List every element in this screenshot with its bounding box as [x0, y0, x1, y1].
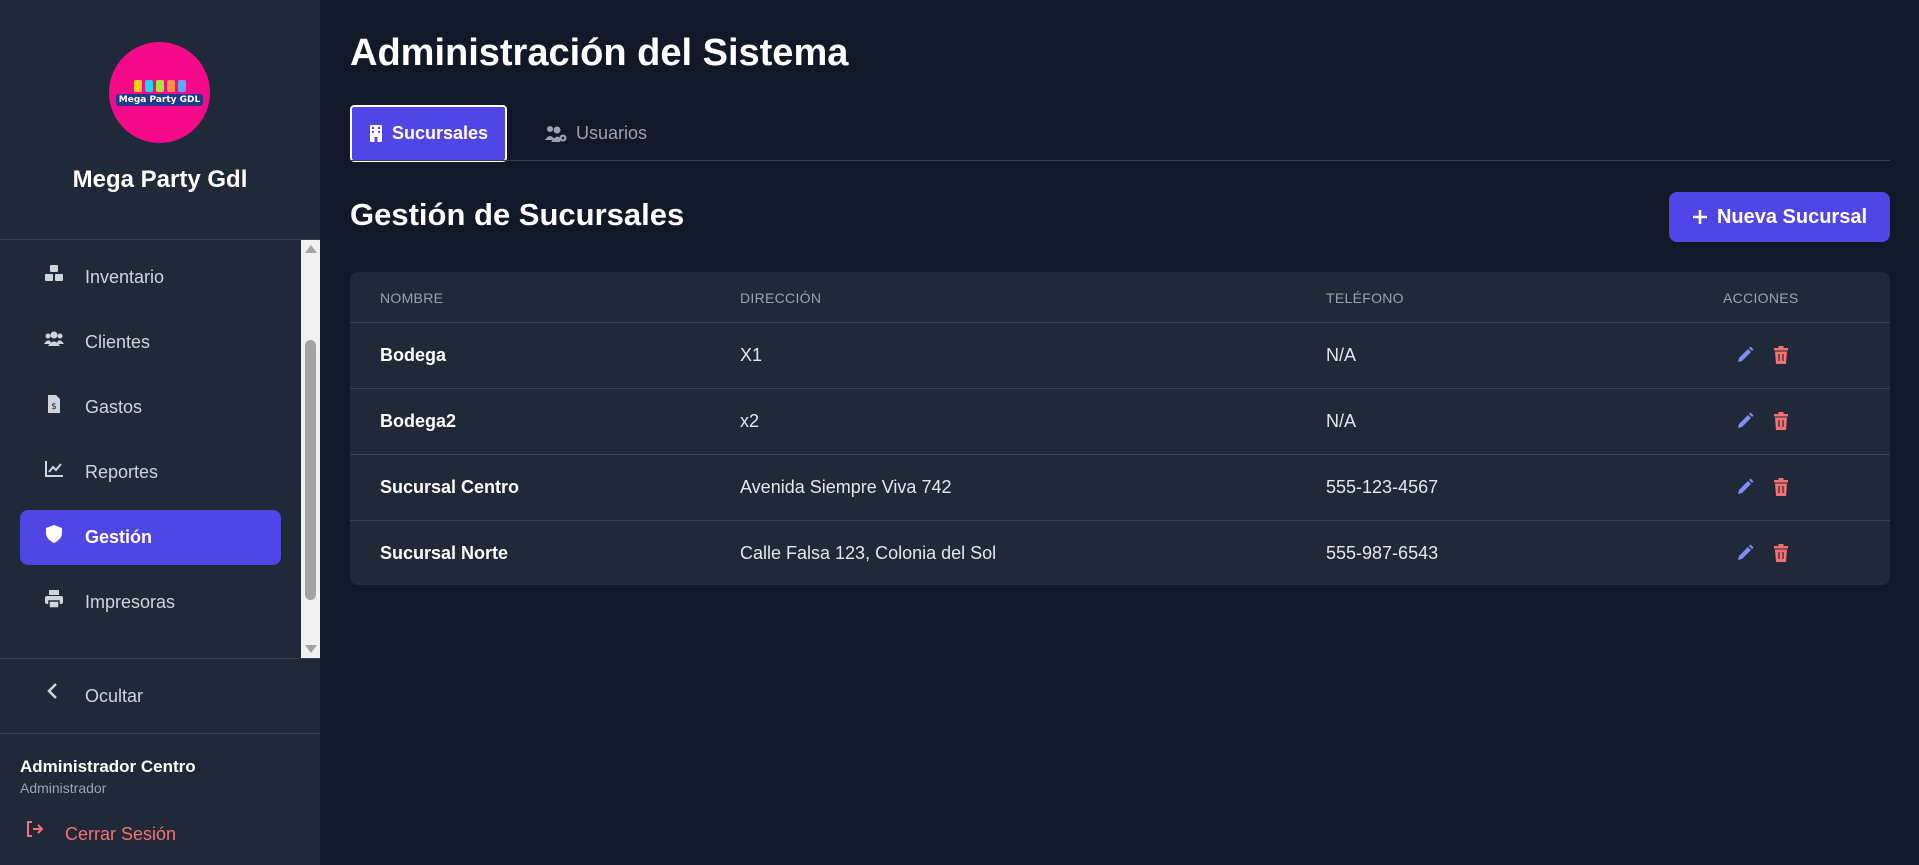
cell-nombre: Sucursal Centro	[380, 477, 520, 497]
column-header-telefono: TELÉFONO	[1326, 290, 1404, 306]
sidebar: Mega Party GDL Mega Party Gdl Inventario…	[0, 0, 320, 865]
sidebar-item-label: Clientes	[85, 332, 151, 352]
cell-direccion: x2	[740, 411, 760, 431]
cell-telefono: 555-123-4567	[1326, 477, 1439, 497]
logo-decoration	[133, 79, 186, 92]
sidebar-scrollbar[interactable]	[301, 240, 320, 658]
user-name: Administrador Centro	[20, 757, 196, 776]
sidebar-item-label: Reportes	[85, 462, 159, 482]
sidebar-item-label: Gestión	[85, 527, 153, 547]
logout-button[interactable]: Cerrar Sesión	[20, 820, 220, 850]
tab-label: Sucursales	[391, 123, 489, 143]
section-title: Gestión de Sucursales	[350, 197, 685, 232]
cell-telefono: N/A	[1326, 345, 1357, 365]
column-header-nombre: NOMBRE	[380, 290, 444, 306]
edit-pencil-icon[interactable]	[1734, 542, 1756, 564]
scroll-thumb[interactable]	[305, 340, 316, 600]
boxes-icon	[45, 265, 63, 281]
sidebar-divider	[0, 733, 320, 734]
svg-text:$: $	[51, 402, 57, 412]
users-cog-icon	[545, 125, 567, 142]
users-icon	[44, 331, 64, 346]
edit-pencil-icon[interactable]	[1734, 476, 1756, 498]
logout-label: Cerrar Sesión	[65, 824, 177, 844]
scroll-down-arrow-icon[interactable]	[305, 645, 317, 653]
tab-label: Usuarios	[576, 123, 648, 143]
chevron-left-icon	[47, 683, 57, 699]
delete-trash-icon[interactable]	[1770, 542, 1792, 564]
sidebar-item-label: Impresoras	[85, 592, 176, 612]
column-header-direccion: DIRECCIÓN	[740, 290, 822, 306]
table-row: Bodega X1 N/A	[350, 322, 1890, 388]
user-role: Administrador	[20, 780, 107, 796]
plus-icon	[1692, 210, 1707, 224]
new-branch-label: Nueva Sucursal	[1716, 205, 1868, 228]
hide-sidebar-button[interactable]: Ocultar	[20, 670, 281, 720]
branches-table: NOMBRE DIRECCIÓN TELÉFONO ACCIONES Bodeg…	[350, 272, 1890, 585]
tabs-divider	[350, 160, 1890, 161]
cell-direccion: Avenida Siempre Viva 742	[740, 477, 952, 497]
cell-nombre: Bodega	[380, 345, 447, 365]
sidebar-item-impresoras[interactable]: Impresoras	[20, 575, 281, 630]
tab-sucursales[interactable]: Sucursales	[349, 104, 508, 163]
sidebar-item-clientes[interactable]: Clientes	[20, 315, 281, 370]
sidebar-item-gestion[interactable]: Gestión	[20, 510, 281, 565]
sidebar-divider	[0, 658, 320, 659]
brand-logo: Mega Party GDL	[109, 42, 210, 143]
sidebar-item-gastos[interactable]: $ Gastos	[20, 380, 281, 435]
column-header-acciones: ACCIONES	[1723, 290, 1799, 306]
sign-out-icon	[27, 821, 44, 837]
chart-line-icon	[45, 461, 63, 477]
scroll-up-arrow-icon[interactable]	[305, 245, 317, 253]
sidebar-item-inventario[interactable]: Inventario	[20, 250, 281, 305]
edit-pencil-icon[interactable]	[1734, 344, 1756, 366]
delete-trash-icon[interactable]	[1770, 410, 1792, 432]
cell-telefono: 555-987-6543	[1326, 543, 1439, 563]
sidebar-item-reportes[interactable]: Reportes	[20, 445, 281, 500]
sidebar-item-label: Inventario	[85, 267, 165, 287]
cell-direccion: X1	[740, 345, 763, 365]
logo-text: Mega Party GDL	[115, 93, 204, 106]
table-row: Bodega2 x2 N/A	[350, 388, 1890, 454]
printer-icon	[45, 590, 63, 609]
brand-name: Mega Party Gdl	[72, 166, 248, 193]
building-icon	[369, 125, 382, 142]
cell-telefono: N/A	[1326, 411, 1357, 431]
invoice-dollar-icon: $	[48, 395, 60, 413]
cell-nombre: Bodega2	[380, 411, 457, 431]
tab-usuarios[interactable]: Usuarios	[545, 105, 647, 162]
hide-sidebar-label: Ocultar	[85, 686, 144, 706]
cell-nombre: Sucursal Norte	[380, 543, 509, 563]
table-row: Sucursal Norte Calle Falsa 123, Colonia …	[350, 520, 1890, 585]
table-row: Sucursal Centro Avenida Siempre Viva 742…	[350, 454, 1890, 520]
sidebar-item-label: Gastos	[85, 397, 143, 417]
sidebar-nav: Inventario Clientes $ Gastos Reportes Ge…	[0, 240, 320, 658]
new-branch-button[interactable]: Nueva Sucursal	[1669, 192, 1890, 242]
cell-direccion: Calle Falsa 123, Colonia del Sol	[740, 543, 997, 563]
delete-trash-icon[interactable]	[1770, 344, 1792, 366]
delete-trash-icon[interactable]	[1770, 476, 1792, 498]
edit-pencil-icon[interactable]	[1734, 410, 1756, 432]
shield-icon	[46, 525, 62, 543]
page-title: Administración del Sistema	[350, 32, 849, 74]
